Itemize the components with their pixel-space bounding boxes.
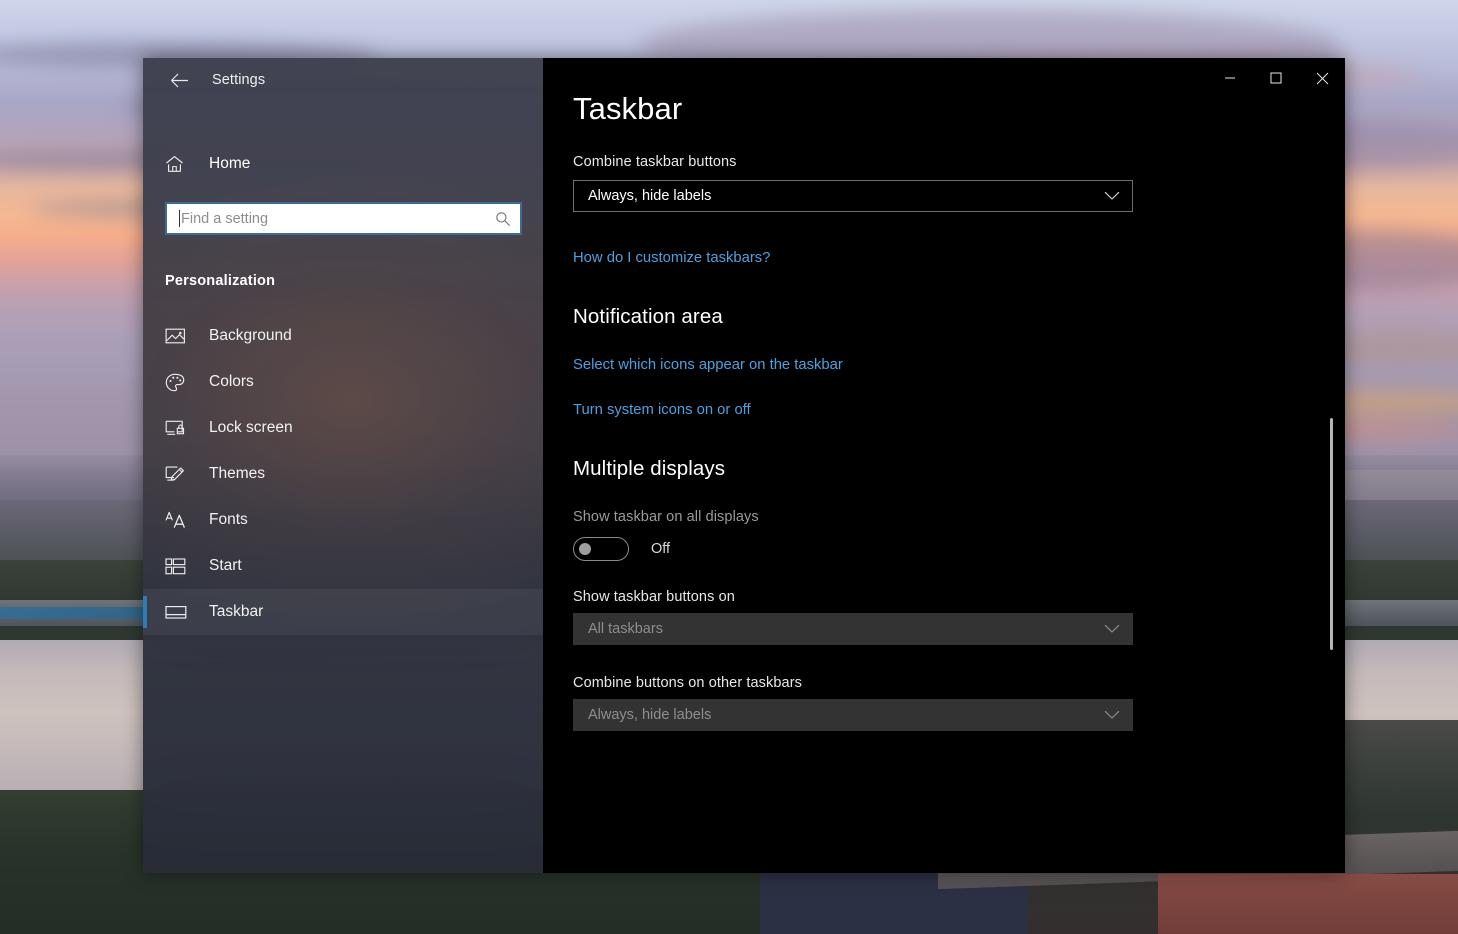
image-icon	[165, 327, 191, 345]
select-icons-link[interactable]: Select which icons appear on the taskbar	[573, 357, 843, 373]
notification-area-heading: Notification area	[573, 305, 723, 329]
combine-other-taskbars-value: Always, hide labels	[588, 707, 712, 724]
system-icons-link[interactable]: Turn system icons on or off	[573, 402, 751, 418]
sidebar-item-label: Background	[209, 327, 292, 344]
back-arrow-icon	[170, 73, 188, 87]
wallpaper-red-building	[1158, 874, 1458, 934]
sidebar-section-title: Personalization	[165, 273, 276, 289]
show-taskbar-buttons-on-select[interactable]: All taskbars	[573, 613, 1133, 646]
sidebar-item-label: Colors	[209, 373, 254, 390]
scrollbar-thumb[interactable]	[1330, 418, 1333, 650]
sidebar-nav-list: Background Colors Lock screen Themes Fon…	[143, 313, 543, 635]
content-scrollbar[interactable]	[1325, 58, 1339, 873]
multiple-displays-heading: Multiple displays	[573, 457, 726, 481]
sidebar-item-taskbar[interactable]: Taskbar	[143, 589, 543, 635]
content-body: Taskbar Combine taskbar buttons Always, …	[543, 58, 1345, 732]
app-title: Settings	[212, 72, 266, 88]
customize-taskbars-link[interactable]: How do I customize taskbars?	[573, 250, 770, 266]
palette-icon	[165, 373, 191, 392]
sidebar-item-home-label: Home	[209, 155, 251, 172]
sidebar-item-label: Lock screen	[209, 419, 293, 436]
show-taskbar-all-displays-label: Show taskbar on all displays	[573, 509, 759, 526]
minimize-button[interactable]	[1207, 58, 1253, 98]
start-icon	[165, 557, 191, 575]
lock-screen-icon	[165, 419, 191, 437]
toggle-knob	[579, 543, 591, 556]
sidebar-item-label: Start	[209, 557, 242, 574]
brush-icon	[165, 465, 191, 484]
chevron-down-icon	[1104, 191, 1120, 201]
text-caret	[179, 210, 180, 227]
show-taskbar-all-displays-row: Off	[573, 537, 1345, 562]
fonts-icon	[165, 511, 191, 529]
sidebar-item-label: Themes	[209, 465, 265, 482]
search-icon[interactable]	[494, 211, 512, 227]
maximize-button[interactable]	[1253, 58, 1299, 98]
search-box[interactable]	[165, 202, 522, 235]
combine-taskbar-buttons-label: Combine taskbar buttons	[573, 154, 737, 171]
sidebar-item-background[interactable]: Background	[143, 313, 543, 359]
combine-other-taskbars-label: Combine buttons on other taskbars	[573, 675, 802, 692]
taskbar-icon	[165, 605, 191, 620]
back-button[interactable]	[162, 65, 196, 95]
show-taskbar-buttons-on-value: All taskbars	[588, 621, 663, 638]
maximize-icon	[1270, 72, 1282, 84]
combine-other-taskbars-select[interactable]: Always, hide labels	[573, 699, 1133, 732]
combine-taskbar-buttons-value: Always, hide labels	[588, 188, 712, 205]
sidebar-item-themes[interactable]: Themes	[143, 451, 543, 497]
sidebar-item-lock-screen[interactable]: Lock screen	[143, 405, 543, 451]
chevron-down-icon	[1104, 624, 1120, 634]
settings-content: Taskbar Combine taskbar buttons Always, …	[543, 58, 1345, 873]
minimize-icon	[1225, 77, 1235, 79]
chevron-down-icon	[1104, 710, 1120, 720]
combine-taskbar-buttons-select[interactable]: Always, hide labels	[573, 180, 1133, 213]
home-icon	[165, 155, 191, 173]
sidebar-item-label: Fonts	[209, 511, 248, 528]
sidebar-item-start[interactable]: Start	[143, 543, 543, 589]
settings-window: Settings Home Find a setting Personaliza…	[143, 58, 1345, 873]
search-wrapper	[165, 202, 522, 235]
search-input[interactable]	[181, 210, 494, 227]
show-taskbar-all-displays-state: Off	[651, 541, 671, 558]
settings-sidebar: Settings Home Find a setting Personaliza…	[143, 58, 543, 873]
sidebar-item-home[interactable]: Home	[143, 144, 543, 184]
sidebar-titlebar: Settings	[143, 58, 543, 102]
sidebar-item-label: Taskbar	[209, 603, 264, 620]
sidebar-item-colors[interactable]: Colors	[143, 359, 543, 405]
show-taskbar-all-displays-toggle[interactable]	[573, 537, 629, 562]
sidebar-item-fonts[interactable]: Fonts	[143, 497, 543, 543]
show-taskbar-buttons-on-label: Show taskbar buttons on	[573, 589, 735, 606]
